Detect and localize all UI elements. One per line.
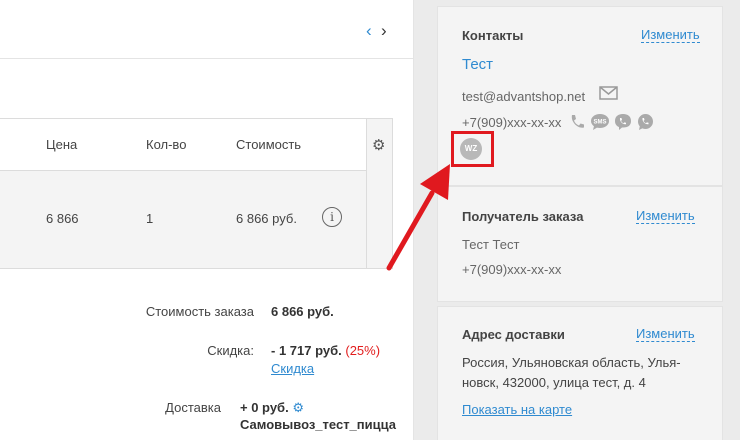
delivery-value: + 0 руб. <box>240 400 289 415</box>
recipient-edit-link[interactable]: Изменить <box>636 209 695 224</box>
annotation-arrow <box>386 164 450 271</box>
gear-icon[interactable]: ⚙ <box>372 136 385 154</box>
phone-icon[interactable] <box>568 113 586 134</box>
contact-name-link[interactable]: Тест <box>462 56 493 73</box>
show-on-map-link[interactable]: Показать на карте <box>462 402 572 417</box>
column-qty: Кол-во <box>146 137 187 152</box>
mail-icon[interactable] <box>599 86 618 103</box>
svg-text:SMS: SMS <box>593 120 606 126</box>
delivery-label: Доставка <box>165 400 221 415</box>
discount-percent: (25%) <box>345 343 381 358</box>
order-cost-label: Стоимость заказа <box>145 304 254 319</box>
address-title: Адрес доставки <box>462 327 565 342</box>
contact-email: test@advantshop.net <box>462 89 586 104</box>
order-cost-value: 6 866 руб. <box>271 304 334 319</box>
order-items-table: Цена Кол-во Стоимость 6 866 1 6 866 руб.… <box>0 118 393 269</box>
address-card: Адрес доставки Изменить Россия, Ульяновс… <box>437 306 723 440</box>
recipient-name: Тест Тест <box>462 237 520 252</box>
row-cost: 6 866 руб. <box>236 211 297 226</box>
address-edit-link[interactable]: Изменить <box>636 327 695 342</box>
recipient-phone: +7(909)xxx-xx-xx <box>462 262 562 277</box>
recipient-card: Получатель заказа Изменить Тест Тест +7(… <box>437 186 723 302</box>
table-header: Цена Кол-во Стоимость <box>0 119 392 171</box>
contacts-edit-link[interactable]: Изменить <box>641 28 700 43</box>
chevron-left-icon[interactable]: ‹ <box>366 22 372 40</box>
discount-label: Скидка: <box>207 343 254 358</box>
gear-icon[interactable]: ⚙ <box>292 400 304 415</box>
discount-value-wrap: - 1 717 руб. (25%) <box>271 343 380 358</box>
row-qty: 1 <box>146 211 154 226</box>
discount-value: - 1 717 руб. <box>271 343 342 358</box>
discount-link[interactable]: Скидка <box>271 361 314 376</box>
row-price: 6 866 <box>46 211 79 226</box>
column-price: Цена <box>46 137 78 152</box>
address-line-2: новск, 432000, улица тест, д. 4 <box>462 375 646 390</box>
info-icon[interactable]: i <box>322 207 342 227</box>
contact-phone: +7(909)xxx-xx-xx <box>462 115 562 130</box>
chevron-right-icon[interactable]: › <box>381 22 387 40</box>
pager: ‹ › <box>366 22 394 42</box>
contacts-title: Контакты <box>462 28 524 43</box>
header-divider <box>0 58 413 59</box>
delivery-value-wrap: + 0 руб. ⚙ <box>240 400 304 416</box>
sms-icon[interactable]: SMS <box>590 113 610 134</box>
wz-badge[interactable]: WZ <box>460 138 482 160</box>
whatsapp-icon[interactable] <box>636 113 654 134</box>
column-cost: Стоимость <box>236 137 302 152</box>
viber-icon[interactable] <box>614 113 632 134</box>
recipient-title: Получатель заказа <box>462 209 584 224</box>
address-line-1: Россия, Ульяновская область, Улья- <box>462 355 681 370</box>
delivery-method: Самовывоз_тест_пицца <box>240 417 397 432</box>
